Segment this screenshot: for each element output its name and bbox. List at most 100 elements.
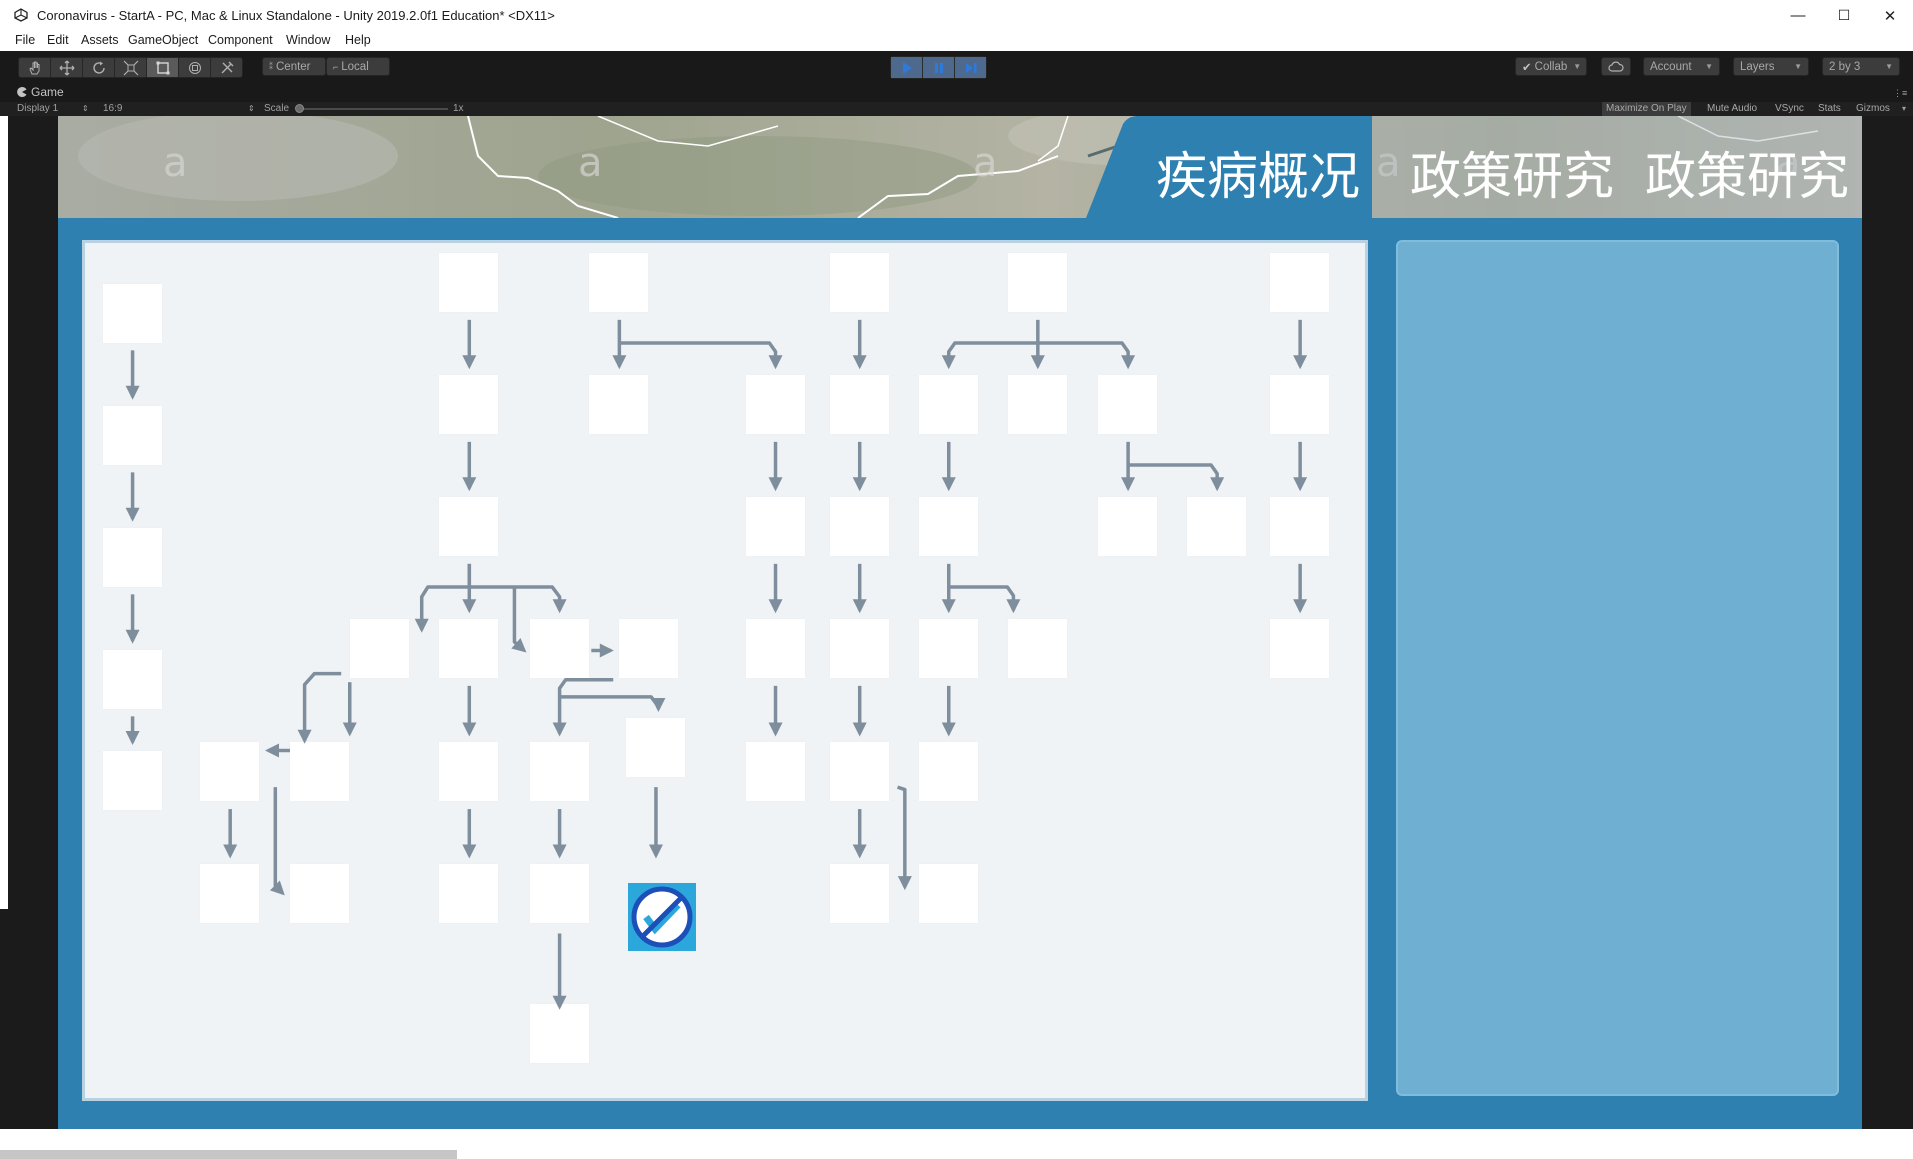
map-watermark: a: [973, 140, 998, 186]
arrow-head-icon: [552, 722, 567, 737]
arrow-head-icon: [462, 722, 477, 737]
rect-tool-icon[interactable]: [147, 58, 179, 77]
layout-label: 2 by 3: [1829, 60, 1861, 73]
dropdown-arrow-icon: ▼: [1794, 62, 1802, 71]
collab-button[interactable]: ✔ Collab ▼: [1515, 57, 1587, 76]
connector-line: [557, 678, 614, 734]
dropdown-arrow-icon: ▼: [1573, 62, 1582, 71]
arrow-head-icon: [462, 844, 477, 859]
move-tool-icon[interactable]: [51, 58, 83, 77]
scale-slider-handle[interactable]: [295, 104, 304, 113]
cloud-button[interactable]: [1601, 57, 1631, 76]
menu-edit[interactable]: Edit: [47, 33, 69, 47]
menu-assets[interactable]: Assets: [81, 33, 119, 47]
pivot-label: Center: [276, 60, 311, 73]
arrow-head-icon: [1006, 599, 1021, 614]
unity-logo-icon: [14, 8, 28, 22]
maximize-on-play-button[interactable]: Maximize On Play: [1602, 102, 1691, 116]
pacman-icon: [17, 87, 27, 97]
arrow-head-icon: [768, 722, 783, 737]
display-dropdown[interactable]: Display 1: [17, 102, 58, 116]
hand-tool-icon[interactable]: [19, 58, 51, 77]
account-dropdown[interactable]: Account ▼: [1643, 57, 1720, 76]
arrow-head-icon: [1030, 355, 1045, 370]
editor-toolbar: ⁑ Center ⌐ Local ✔ Collab ▼ Account ▼ Layers ▼…: [0, 51, 1913, 82]
mute-audio-button[interactable]: Mute Audio: [1703, 102, 1761, 116]
tab-policy-research[interactable]: 政策研究: [1410, 135, 1614, 209]
arrow-head-icon: [1121, 477, 1136, 492]
connector-line: [419, 563, 472, 630]
arrow-head-icon: [941, 477, 956, 492]
arrow-head-icon: [552, 599, 567, 614]
arrow-head-icon: [651, 698, 666, 713]
gizmos-dropdown-arrow-icon: ▾: [1902, 104, 1907, 113]
custom-tool-icon[interactable]: [211, 58, 242, 77]
arrow-head-icon: [1293, 477, 1308, 492]
menu-window[interactable]: Window: [286, 33, 330, 47]
arrow-head-icon: [125, 385, 140, 400]
step-icon: [965, 62, 976, 73]
menu-help[interactable]: Help: [345, 33, 371, 47]
vaccine-blocked-node[interactable]: [628, 883, 696, 951]
pause-button[interactable]: [922, 57, 954, 78]
dropdown-arrow-icon: ▼: [1705, 62, 1713, 71]
connector-line: [619, 341, 778, 367]
maximize-button[interactable]: ☐: [1821, 0, 1867, 31]
scale-slider-track[interactable]: [298, 108, 448, 110]
arrow-head-icon: [125, 629, 140, 644]
pivot-mode-button[interactable]: ⁑ Center: [262, 57, 326, 76]
connector-line: [1128, 463, 1219, 489]
viewport-left-edge: [0, 116, 8, 909]
arrow-head-icon: [897, 876, 912, 891]
close-button[interactable]: ✕: [1867, 0, 1913, 31]
step-button[interactable]: [954, 57, 986, 78]
tab-menu-icon[interactable]: ⋮≡: [1893, 88, 1907, 99]
info-side-panel: [1396, 240, 1839, 1096]
transform-tool-icon[interactable]: [179, 58, 211, 77]
tab-game[interactable]: Game: [31, 85, 64, 99]
arrow-head-icon: [552, 844, 567, 859]
connector-line: [896, 785, 907, 888]
local-icon: ⌐: [333, 61, 339, 72]
arrow-head-icon: [1293, 355, 1308, 370]
game-view-tab-bar: Game ⋮≡: [0, 82, 1913, 102]
check-icon: ✔: [1522, 61, 1532, 74]
gizmos-button[interactable]: Gizmos: [1852, 102, 1894, 116]
arrow-head-icon: [265, 743, 279, 758]
tab-policy-research-2[interactable]: 政策研究: [1645, 135, 1849, 209]
layout-dropdown[interactable]: 2 by 3 ▼: [1822, 57, 1900, 76]
minimize-button[interactable]: —: [1775, 0, 1821, 31]
menu-gameobject[interactable]: GameObject: [128, 33, 198, 47]
horizontal-scrollbar[interactable]: [0, 1150, 457, 1159]
pivot-icon: ⁑: [269, 62, 273, 71]
stats-button[interactable]: Stats: [1814, 102, 1845, 116]
arrow-head-icon: [125, 730, 140, 745]
arrow-head-icon: [1121, 355, 1136, 370]
arrow-head-icon: [768, 599, 783, 614]
scale-tool-icon[interactable]: [115, 58, 147, 77]
dropdown-arrow-icon: ▼: [1885, 62, 1893, 71]
window-title: Coronavirus - StartA - PC, Mac & Linux S…: [37, 8, 555, 23]
menu-bar: File Edit Assets GameObject Component Wi…: [0, 31, 1913, 51]
pause-icon: [934, 62, 943, 73]
pivot-rotation-button[interactable]: ⌐ Local: [326, 57, 390, 76]
arrow-head-icon: [852, 355, 867, 370]
tab-disease-overview[interactable]: 疾病概况: [1156, 135, 1360, 209]
menu-file[interactable]: File: [15, 33, 35, 47]
arrow-head-icon: [941, 599, 956, 614]
aspect-dropdown[interactable]: 16:9: [103, 102, 122, 116]
play-button[interactable]: [891, 57, 922, 78]
arrow-head-icon: [599, 643, 614, 658]
menu-component[interactable]: Component: [208, 33, 273, 47]
layers-dropdown[interactable]: Layers ▼: [1733, 57, 1809, 76]
arrow-head-icon: [941, 722, 956, 737]
vsync-button[interactable]: VSync: [1771, 102, 1808, 116]
map-watermark: a: [163, 140, 188, 186]
connector-line: [1037, 341, 1130, 367]
arrow-head-icon: [462, 599, 477, 614]
arrow-head-icon: [852, 722, 867, 737]
arrow-head-icon: [223, 844, 238, 859]
game-screen: a a a a a 疾病概况 政策研究 政策研究: [58, 116, 1862, 1129]
arrow-head-icon: [414, 618, 429, 633]
rotate-tool-icon[interactable]: [83, 58, 115, 77]
